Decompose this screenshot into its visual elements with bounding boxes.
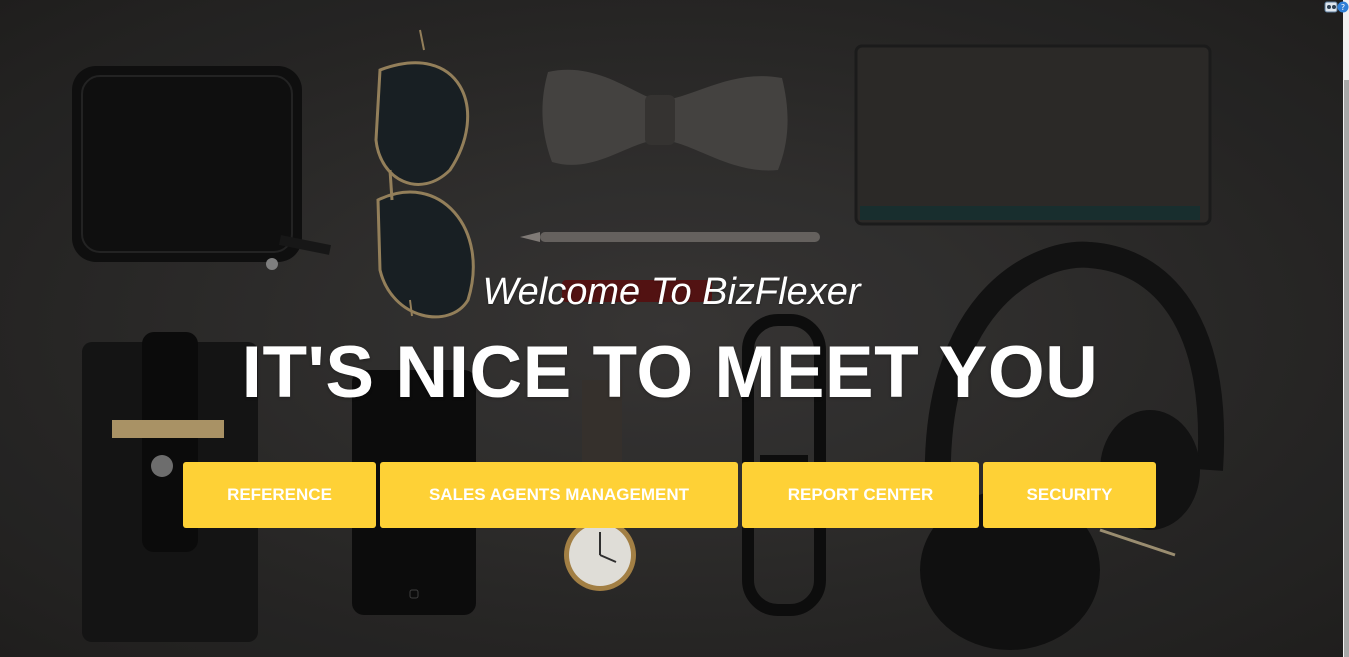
hero-headline: IT'S NICE TO MEET YOU [241,332,1099,413]
scrollbar-thumb[interactable] [1344,80,1349,657]
hero-section: Welcome To BizFlexer IT'S NICE TO MEET Y… [0,0,1343,657]
welcome-subtitle: Welcome To BizFlexer [482,271,861,313]
extension-icon[interactable] [1324,1,1338,13]
help-icon[interactable]: ? [1337,1,1349,13]
corner-icons: ? [1313,0,1349,13]
security-button[interactable]: SECURITY [983,462,1156,528]
svg-text:?: ? [1341,3,1345,12]
sales-agents-management-button[interactable]: SALES AGENTS MANAGEMENT [380,462,738,528]
reference-button[interactable]: REFERENCE [183,462,376,528]
report-center-button[interactable]: REPORT CENTER [742,462,979,528]
hero-overlay [0,0,1343,657]
vertical-scrollbar[interactable] [1343,0,1349,657]
